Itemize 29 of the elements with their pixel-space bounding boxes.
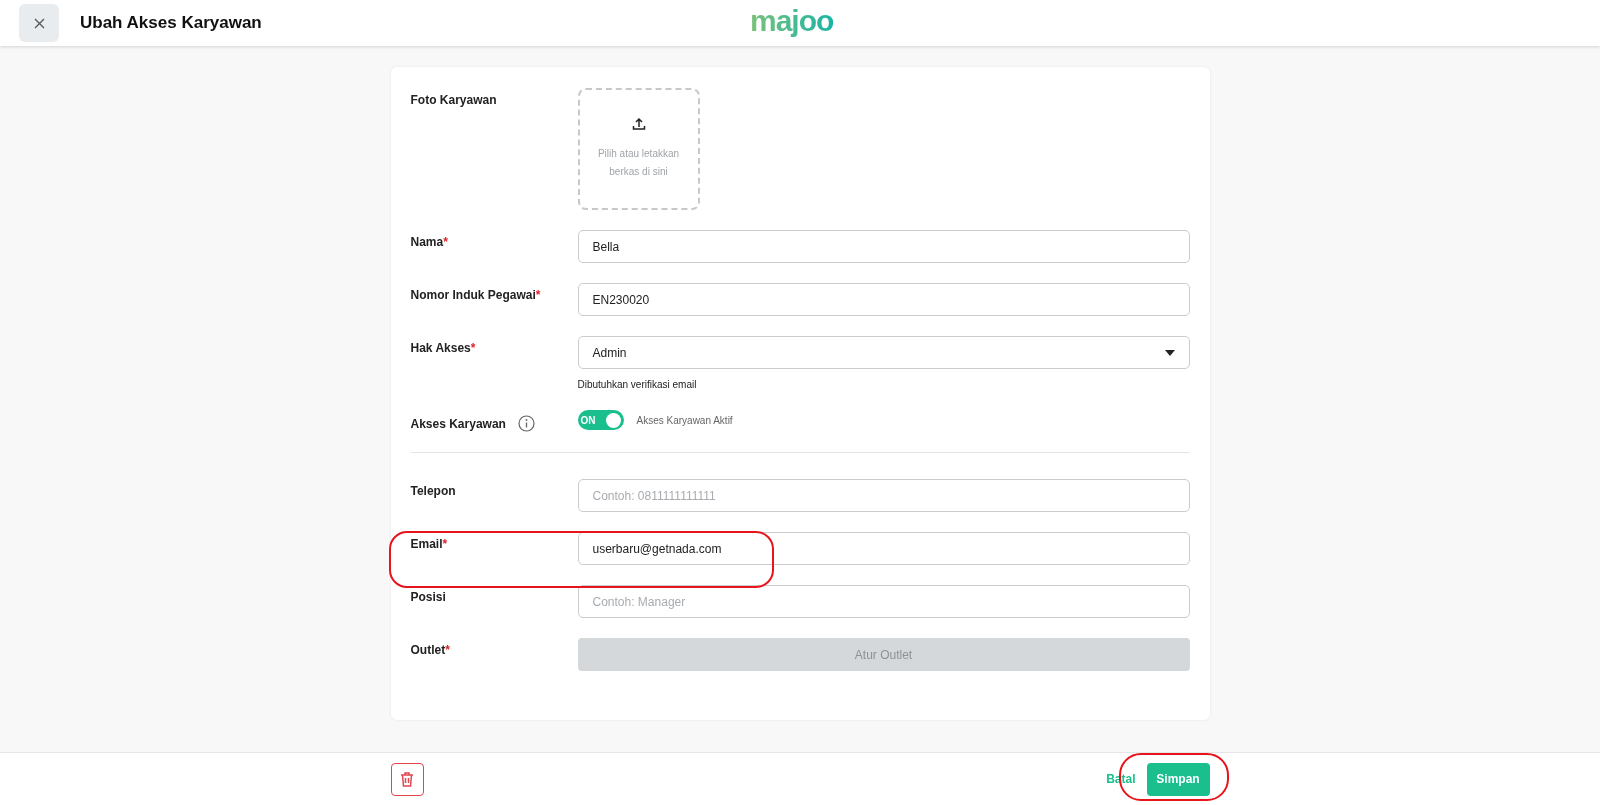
photo-upload-area[interactable]: Pilih atau letakkan berkas di sini xyxy=(577,88,700,210)
page-title: Ubah Akses Karyawan xyxy=(80,13,262,33)
info-icon[interactable] xyxy=(517,415,535,432)
field-label: Foto Karyawan xyxy=(410,93,497,107)
caret-icon xyxy=(1164,349,1175,356)
field-label: Nomor Induk Pegawai* xyxy=(410,288,541,302)
select-field[interactable]: Admin xyxy=(577,336,1190,369)
toggle-caption: Akses Karyawan Aktif xyxy=(636,414,733,426)
close-button[interactable] xyxy=(19,4,59,42)
input-field[interactable]: EN230020 xyxy=(577,283,1190,316)
helper-text: Dibutuhkan verifikasi email xyxy=(577,379,698,390)
upload-hint: Pilih atau letakkan berkas di sini xyxy=(596,147,681,179)
field-label: Telepon xyxy=(410,484,456,498)
input-field[interactable]: Bella xyxy=(577,230,1190,263)
save-button[interactable]: Simpan xyxy=(1146,762,1210,796)
field-label: Nama* xyxy=(410,235,448,249)
input-field[interactable]: Contoh: 0811111111111 xyxy=(577,479,1190,512)
upload-icon xyxy=(631,117,646,131)
field-label: Outlet* xyxy=(410,643,450,657)
field-label: Hak Akses* xyxy=(410,341,476,355)
field-label: Email* xyxy=(410,537,448,551)
trash-icon xyxy=(400,771,414,787)
field-label: Akses Karyawan xyxy=(410,416,506,431)
field-label: Posisi xyxy=(410,590,446,604)
toggle-switch[interactable]: ON xyxy=(577,410,624,430)
delete-button[interactable] xyxy=(390,762,424,796)
input-field[interactable]: userbaru@getnada.com xyxy=(577,532,1190,565)
input-field[interactable]: Contoh: Manager xyxy=(577,585,1190,618)
close-icon xyxy=(33,17,45,29)
